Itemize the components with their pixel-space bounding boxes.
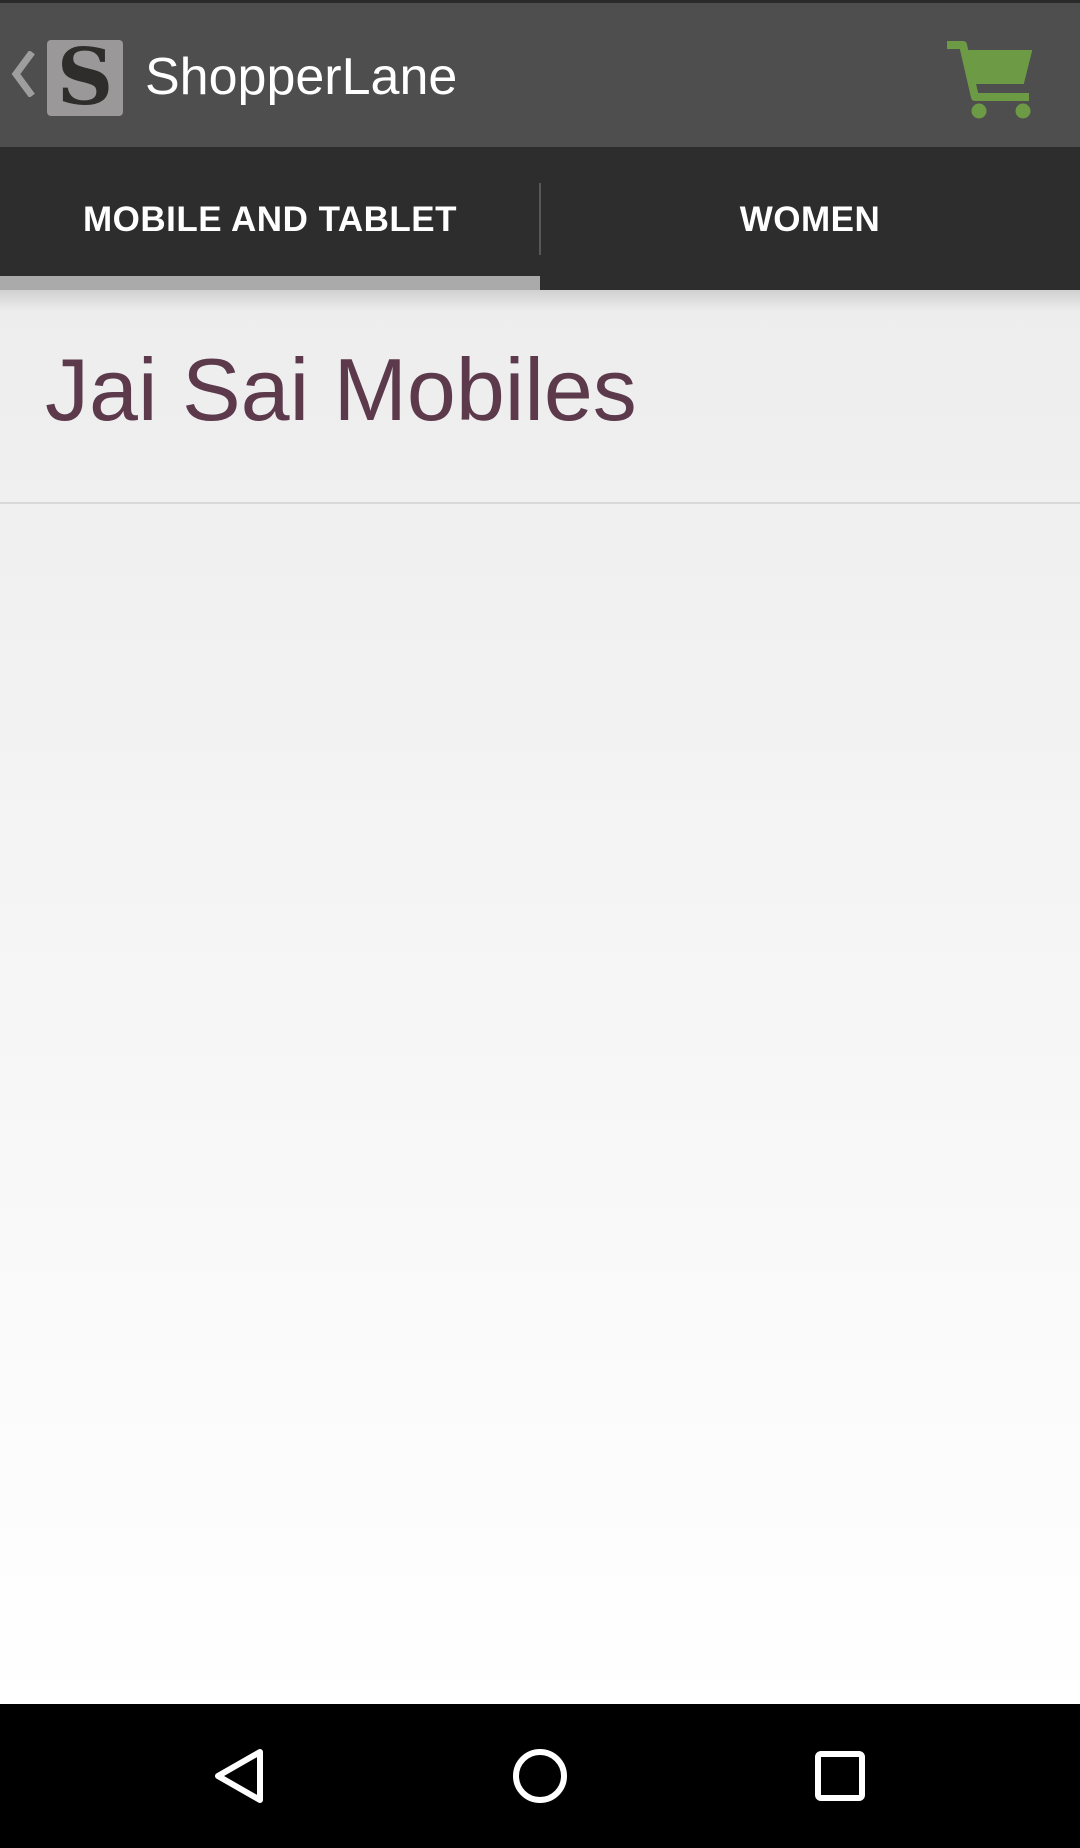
back-triangle-icon	[215, 1749, 263, 1803]
shopping-cart-icon	[947, 41, 1033, 119]
tab-shadow	[0, 290, 1080, 312]
header-divider	[0, 502, 1080, 504]
up-button[interactable]: S	[0, 3, 130, 147]
content-area: Jai Sai Mobiles	[0, 290, 1080, 1704]
tab-bar: MOBILE AND TABLET WOMEN	[0, 147, 1080, 290]
chevron-left-icon	[11, 51, 35, 97]
selected-tab-indicator	[0, 276, 540, 290]
nav-home-button[interactable]	[490, 1726, 590, 1826]
action-bar: S ShopperLane	[0, 0, 1080, 147]
navigation-bar	[0, 1704, 1080, 1848]
app-title: ShopperLane	[145, 48, 458, 106]
app-logo: S	[47, 40, 123, 116]
screen: S ShopperLane MOBILE AND TABLET WOMEN Ja…	[0, 0, 1080, 1848]
tab-mobile-and-tablet[interactable]: MOBILE AND TABLET	[0, 147, 540, 290]
store-name: Jai Sai Mobiles	[45, 340, 637, 439]
tab-women[interactable]: WOMEN	[540, 147, 1080, 290]
nav-back-button[interactable]	[190, 1726, 290, 1826]
tab-label: WOMEN	[739, 200, 881, 239]
app-logo-letter: S	[56, 40, 114, 116]
cart-button[interactable]	[945, 33, 1045, 123]
home-circle-icon	[513, 1749, 567, 1803]
nav-recents-button[interactable]	[790, 1726, 890, 1826]
recents-square-icon	[815, 1751, 865, 1801]
tab-label: MOBILE AND TABLET	[82, 200, 458, 239]
